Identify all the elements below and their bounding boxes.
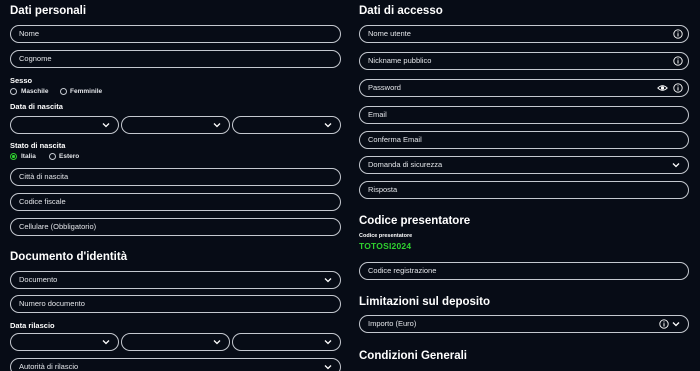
- email-field[interactable]: Email: [359, 106, 689, 124]
- gender-label: Sesso: [10, 76, 33, 85]
- answer-placeholder: Risposta: [368, 185, 398, 194]
- info-icon[interactable]: [659, 319, 669, 329]
- nickname-field[interactable]: Nickname pubblico: [359, 52, 689, 70]
- username-placeholder: Nome utente: [368, 29, 411, 38]
- info-icon[interactable]: [673, 83, 683, 93]
- birth-date-label: Data di nascita: [10, 102, 63, 111]
- document-number-field[interactable]: Numero documento: [10, 295, 341, 313]
- chevron-down-icon: [672, 322, 680, 327]
- issue-month-select[interactable]: [121, 333, 230, 351]
- referral-code-value: TOTOSI2024: [359, 241, 412, 251]
- radio-italia[interactable]: [10, 153, 17, 160]
- username-field[interactable]: Nome utente: [359, 25, 689, 43]
- radio-estero[interactable]: [49, 153, 56, 160]
- amount-select[interactable]: Importo (Euro): [359, 315, 689, 333]
- security-question-select[interactable]: Domanda di sicurezza: [359, 156, 689, 174]
- password-placeholder: Password: [368, 83, 401, 92]
- chevron-down-icon: [102, 123, 110, 128]
- registration-code-field[interactable]: Codice registrazione: [359, 262, 689, 280]
- general-conditions-title: Condizioni Generali: [359, 350, 467, 362]
- birth-year-select[interactable]: [232, 116, 341, 134]
- registration-code-placeholder: Codice registrazione: [368, 266, 437, 275]
- nickname-placeholder: Nickname pubblico: [368, 56, 432, 65]
- mobile-field[interactable]: Cellulare (Obbligatorio): [10, 218, 341, 236]
- chevron-down-icon: [213, 340, 221, 345]
- birth-city-field[interactable]: Città di nascita: [10, 168, 341, 186]
- radio-estero-label: Estero: [59, 153, 80, 160]
- security-question-placeholder: Domanda di sicurezza: [368, 160, 443, 169]
- info-icon[interactable]: [673, 29, 683, 39]
- info-icon[interactable]: [673, 56, 683, 66]
- issuing-authority-placeholder: Autorità di rilascio: [19, 362, 79, 371]
- referral-code-title: Codice presentatore: [359, 215, 471, 227]
- birth-day-select[interactable]: [10, 116, 119, 134]
- eye-icon[interactable]: [657, 83, 668, 93]
- identity-document-title: Documento d'identità: [10, 251, 128, 263]
- confirm-email-placeholder: Conferma Email: [368, 135, 422, 144]
- chevron-down-icon: [324, 340, 332, 345]
- chevron-down-icon: [324, 278, 332, 283]
- document-type-placeholder: Documento: [19, 275, 58, 284]
- radio-maschile-label: Maschile: [21, 88, 49, 95]
- radio-femminile-label: Femminile: [70, 88, 103, 95]
- birth-month-select[interactable]: [121, 116, 230, 134]
- surname-placeholder: Cognome: [19, 54, 52, 63]
- personal-data-title: Dati personali: [10, 5, 87, 17]
- document-type-select[interactable]: Documento: [10, 271, 341, 289]
- fiscal-code-field[interactable]: Codice fiscale: [10, 193, 341, 211]
- deposit-limits-title: Limitazioni sul deposito: [359, 296, 490, 308]
- issue-day-select[interactable]: [10, 333, 119, 351]
- confirm-email-field[interactable]: Conferma Email: [359, 131, 689, 149]
- chevron-down-icon: [213, 123, 221, 128]
- access-data-title: Dati di accesso: [359, 5, 443, 17]
- issuing-authority-select[interactable]: Autorità di rilascio: [10, 358, 341, 371]
- chevron-down-icon: [324, 365, 332, 370]
- referral-code-small-label: Codice presentatore: [359, 233, 413, 239]
- chevron-down-icon: [324, 123, 332, 128]
- name-field[interactable]: Nome: [10, 25, 341, 43]
- chevron-down-icon: [672, 163, 680, 168]
- issue-year-select[interactable]: [232, 333, 341, 351]
- amount-placeholder: Importo (Euro): [368, 319, 417, 328]
- mobile-placeholder: Cellulare (Obbligatorio): [19, 222, 97, 231]
- issue-date-label: Data rilascio: [10, 321, 55, 330]
- answer-field[interactable]: Risposta: [359, 181, 689, 199]
- email-placeholder: Email: [368, 110, 387, 119]
- birth-city-placeholder: Città di nascita: [19, 172, 69, 181]
- surname-field[interactable]: Cognome: [10, 50, 341, 68]
- radio-maschile[interactable]: [10, 88, 17, 95]
- fiscal-code-placeholder: Codice fiscale: [19, 197, 66, 206]
- radio-femminile[interactable]: [60, 88, 67, 95]
- chevron-down-icon: [102, 340, 110, 345]
- password-field[interactable]: Password: [359, 79, 689, 97]
- radio-italia-label: Italia: [21, 153, 36, 160]
- birth-state-label: Stato di nascita: [10, 141, 66, 150]
- document-number-placeholder: Numero documento: [19, 299, 85, 308]
- name-placeholder: Nome: [19, 29, 40, 38]
